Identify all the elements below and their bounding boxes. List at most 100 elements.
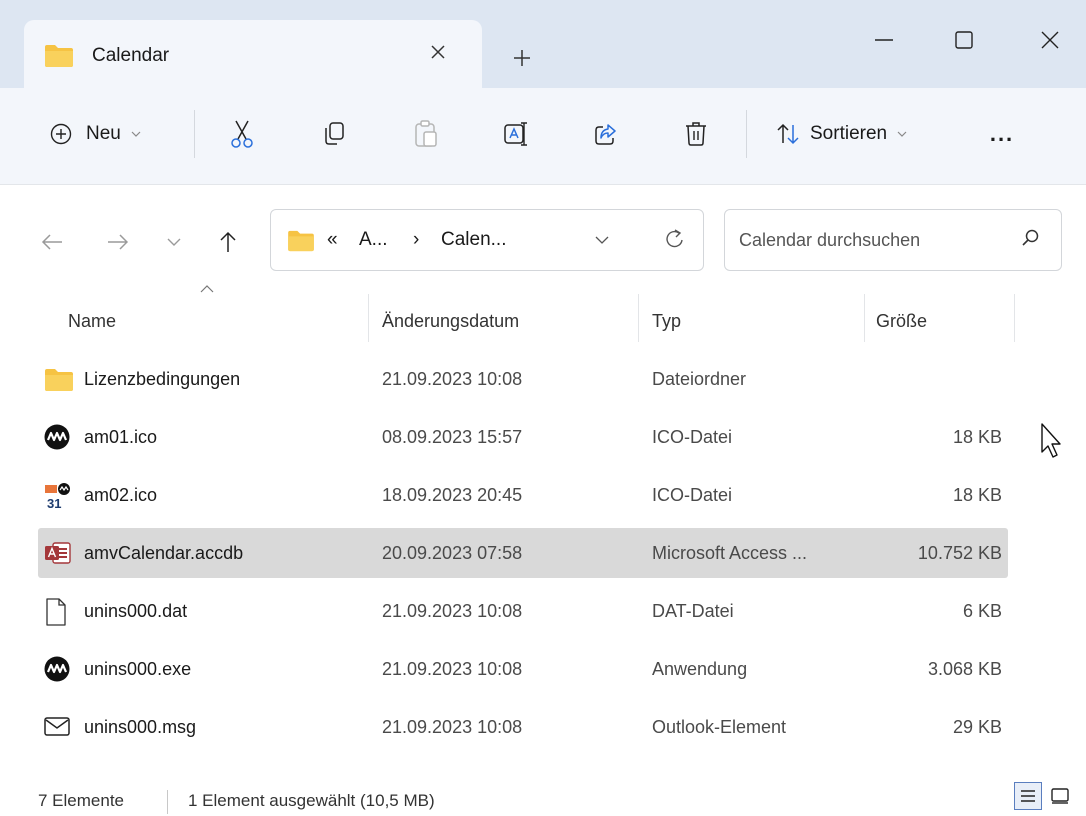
file-row[interactable]: unins000.dat 21.09.2023 10:08 DAT-Datei … [38, 586, 1008, 636]
file-name: Lizenzbedingungen [84, 369, 241, 389]
folder-icon [44, 44, 74, 73]
file-row[interactable]: Lizenzbedingungen 21.09.2023 10:08 Datei… [38, 354, 1008, 404]
tab-title: Calendar [92, 45, 170, 66]
sort-button-label: Sortieren [810, 123, 888, 144]
file-name: amvCalendar.accdb [84, 543, 244, 563]
file-name: am01.ico [84, 427, 158, 447]
file-name: unins000.msg [84, 717, 197, 737]
column-divider[interactable] [864, 294, 865, 342]
svg-text:31: 31 [47, 496, 61, 510]
folder-icon [287, 230, 315, 257]
tab-calendar[interactable]: Calendar [24, 20, 482, 88]
file-row[interactable]: am01.ico 08.09.2023 15:57 ICO-Datei 18 K… [38, 412, 1008, 462]
address-dropdown-icon[interactable] [595, 236, 609, 244]
file-date: 18.09.2023 20:45 [382, 485, 523, 505]
file-size: 10.752 KB [917, 543, 1002, 563]
column-divider[interactable] [368, 294, 369, 342]
paste-icon [414, 120, 438, 148]
file-name: unins000.dat [84, 601, 188, 621]
recent-locations-button[interactable] [156, 224, 192, 260]
file-size: 3.068 KB [927, 659, 1002, 679]
status-item-count: 7 Elemente [38, 791, 124, 810]
file-icon [44, 598, 72, 626]
maximize-icon[interactable] [942, 20, 986, 60]
delete-button[interactable] [676, 112, 716, 156]
large-icons-view-button[interactable] [1046, 782, 1074, 810]
refresh-icon[interactable] [665, 228, 685, 250]
file-row[interactable]: unins000.msg 21.09.2023 10:08 Outlook-El… [38, 702, 1008, 752]
title-bar: Calendar [0, 0, 1086, 88]
column-divider[interactable] [638, 294, 639, 342]
file-size: 29 KB [952, 717, 1002, 737]
delete-icon [684, 121, 708, 147]
more-options-label: ... [989, 121, 1015, 146]
breadcrumb-overflow[interactable]: « [327, 228, 338, 252]
details-view-button[interactable] [1014, 782, 1042, 810]
status-divider [167, 790, 168, 814]
sort-arrows-icon [776, 123, 800, 145]
access-db-icon [44, 540, 72, 568]
share-icon [594, 122, 618, 146]
breadcrumb-separator: › [413, 229, 420, 250]
details-view-icon [1020, 789, 1036, 803]
file-size: 6 KB [962, 601, 1002, 621]
chevron-down-icon [897, 131, 907, 137]
column-header-date[interactable]: Änderungsdatum [382, 296, 519, 346]
breadcrumb-item[interactable]: A... [359, 228, 388, 252]
file-name: am02.ico [84, 485, 158, 505]
am-logo-icon [44, 424, 72, 452]
file-date: 21.09.2023 10:08 [382, 601, 523, 621]
chevron-down-icon [167, 238, 181, 246]
search-icon[interactable] [1021, 228, 1041, 253]
column-header-type[interactable]: Typ [652, 296, 681, 346]
status-selection: 1 Element ausgewählt (10,5 MB) [188, 791, 435, 810]
file-row[interactable]: unins000.exe 21.09.2023 10:08 Anwendung … [38, 644, 1008, 694]
file-row-selected[interactable]: amvCalendar.accdb 20.09.2023 07:58 Micro… [38, 528, 1008, 578]
copy-button[interactable] [314, 112, 354, 156]
mouse-cursor-icon [1040, 422, 1062, 467]
arrow-up-icon [219, 231, 237, 253]
mail-icon [44, 714, 72, 742]
arrow-left-icon [41, 233, 63, 251]
minimize-icon[interactable] [862, 20, 906, 60]
column-header-size[interactable]: Größe [876, 296, 927, 346]
file-type: ICO-Datei [652, 485, 733, 505]
address-bar[interactable]: « A... › Calen... [270, 209, 704, 271]
cut-button[interactable] [222, 112, 262, 156]
file-date: 20.09.2023 07:58 [382, 543, 523, 563]
file-type: Anwendung [652, 659, 748, 679]
more-options-button[interactable]: ... [972, 112, 1032, 156]
rename-icon [503, 121, 529, 147]
file-name: unins000.exe [84, 659, 192, 679]
file-date: 21.09.2023 10:08 [382, 659, 523, 679]
file-date: 08.09.2023 15:57 [382, 427, 523, 447]
cut-icon [229, 119, 255, 149]
rename-button[interactable] [496, 112, 536, 156]
back-button[interactable] [34, 224, 70, 260]
tab-close-icon[interactable] [422, 36, 454, 68]
tiles-view-icon [1051, 788, 1069, 804]
search-box[interactable] [724, 209, 1062, 271]
share-button[interactable] [586, 112, 626, 156]
file-type: ICO-Datei [652, 427, 733, 447]
divider [0, 184, 1086, 185]
up-button[interactable] [210, 224, 246, 260]
breadcrumb-item[interactable]: Calen... [441, 228, 506, 252]
new-tab-plus-icon[interactable] [506, 42, 538, 74]
arrow-right-icon [107, 233, 129, 251]
file-row[interactable]: 31 am02.ico 18.09.2023 20:45 ICO-Datei 1… [38, 470, 1008, 520]
file-size: 18 KB [952, 485, 1002, 505]
window-close-icon[interactable] [1028, 20, 1072, 60]
calendar-31-icon: 31 [44, 482, 72, 511]
folder-icon [44, 366, 73, 394]
forward-button[interactable] [100, 224, 136, 260]
copy-icon [322, 121, 346, 147]
paste-button[interactable] [406, 112, 446, 156]
column-header-name[interactable]: Name [68, 296, 116, 346]
column-divider[interactable] [1014, 294, 1015, 342]
search-input[interactable] [737, 224, 1011, 256]
file-type: Outlook-Element [652, 717, 787, 737]
new-button[interactable]: Neu [50, 112, 164, 156]
sort-button[interactable]: Sortieren [776, 112, 946, 156]
file-date: 21.09.2023 10:08 [382, 717, 523, 737]
